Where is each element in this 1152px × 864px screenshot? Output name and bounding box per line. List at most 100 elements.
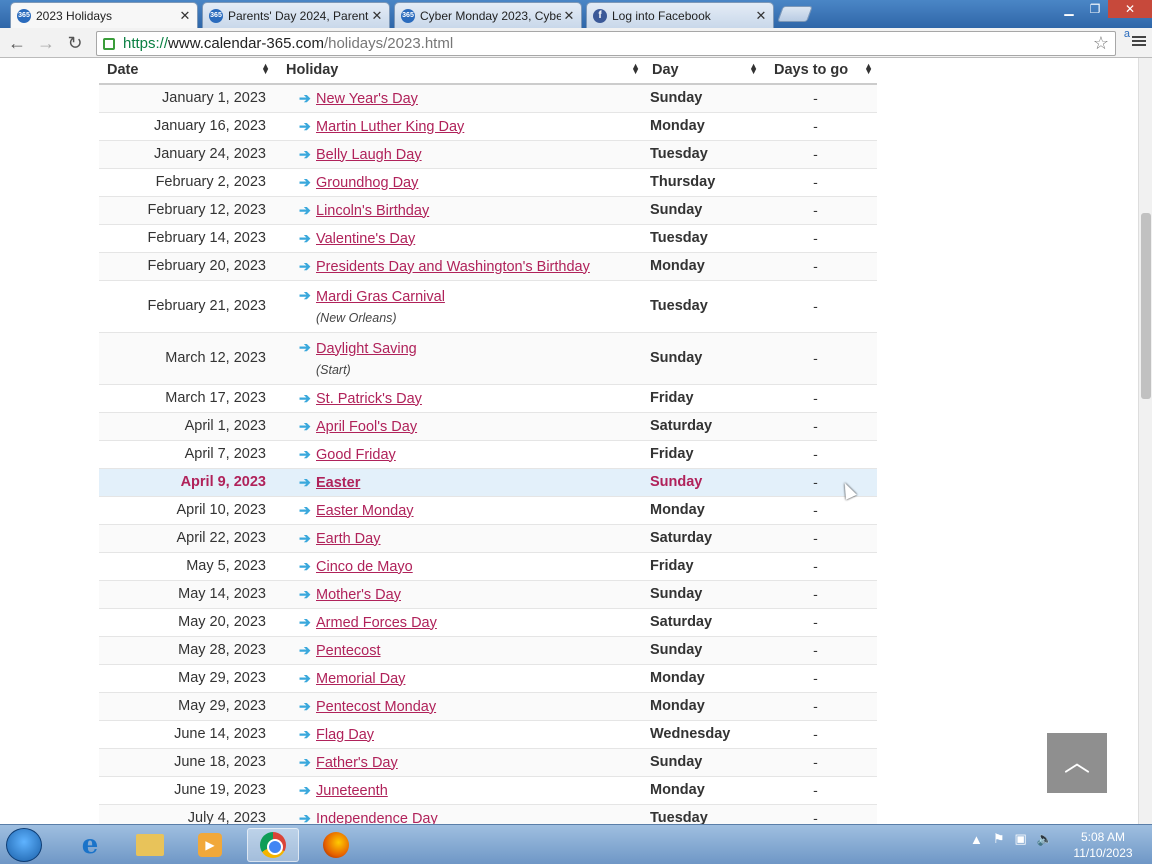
- holiday-link[interactable]: Easter: [316, 475, 360, 491]
- scroll-to-top-button[interactable]: ︿: [1047, 733, 1107, 793]
- action-center-flag-icon[interactable]: ⚑: [993, 831, 1005, 847]
- sort-icon[interactable]: ▲ ▼: [864, 62, 873, 76]
- new-tab-button[interactable]: [777, 6, 813, 22]
- close-icon[interactable]: ✕: [753, 8, 769, 24]
- holiday-link[interactable]: Daylight Saving: [316, 341, 417, 357]
- holiday-link[interactable]: Earth Day: [316, 531, 380, 547]
- url-scheme: https://: [123, 35, 169, 52]
- column-header-days-to-go[interactable]: Days to go ▲ ▼: [762, 58, 877, 85]
- close-icon[interactable]: ✕: [369, 8, 385, 24]
- holiday-cell: ➔ New Year's Day: [274, 84, 644, 113]
- calendar-365-icon: 365: [17, 8, 31, 23]
- holiday-link[interactable]: Father's Day: [316, 755, 398, 771]
- holiday-link[interactable]: Mardi Gras Carnival: [316, 289, 445, 305]
- tab-title: 2023 Holidays: [36, 8, 113, 23]
- minimize-icon[interactable]: ▁: [1056, 0, 1082, 18]
- column-header-day[interactable]: Day ▲ ▼: [644, 58, 762, 85]
- holiday-link[interactable]: Cinco de Mayo: [316, 559, 413, 575]
- holiday-link[interactable]: Mother's Day: [316, 587, 401, 603]
- holiday-link[interactable]: Pentecost: [316, 643, 381, 659]
- start-button[interactable]: [6, 828, 42, 862]
- arrow-right-icon: ➔: [299, 501, 311, 518]
- network-icon[interactable]: ▣: [1015, 831, 1027, 847]
- arrow-right-icon: ➔: [299, 90, 311, 106]
- header-label: Holiday: [286, 61, 339, 78]
- close-icon[interactable]: ✕: [561, 8, 577, 24]
- holiday-weekday: Monday: [644, 776, 762, 805]
- holiday-link[interactable]: Pentecost Monday: [316, 699, 436, 715]
- holiday-link[interactable]: Flag Day: [316, 727, 374, 743]
- holiday-link[interactable]: Good Friday: [316, 447, 396, 463]
- days-to-go: -: [762, 112, 877, 141]
- days-to-go: -: [762, 140, 877, 169]
- table-row: April 1, 2023 ➔ April Fool's Day Saturday -: [99, 412, 877, 441]
- table-row: February 2, 2023 ➔ Groundhog Day Thursday -: [99, 168, 877, 197]
- volume-icon[interactable]: 🔈: [1037, 831, 1053, 847]
- tab-cyber-monday[interactable]: 365 Cyber Monday 2023, Cybe ✕: [394, 2, 582, 28]
- window-controls: ▁ ❐ ✕: [1056, 0, 1152, 18]
- holiday-link[interactable]: Easter Monday: [316, 503, 414, 519]
- tab-facebook[interactable]: f Log into Facebook ✕: [586, 2, 774, 28]
- holiday-link[interactable]: Juneteenth: [316, 783, 388, 799]
- media-player-icon[interactable]: ▶: [184, 828, 236, 862]
- chrome-icon[interactable]: [247, 828, 299, 862]
- vertical-scrollbar[interactable]: [1138, 58, 1152, 824]
- sort-icon[interactable]: ▲ ▼: [261, 62, 270, 76]
- holiday-date: February 21, 2023: [99, 280, 274, 333]
- holiday-link[interactable]: Martin Luther King Day: [316, 119, 464, 135]
- holiday-note: (Start): [316, 362, 351, 377]
- holiday-cell: ➔ Presidents Day and Washington's Birthda…: [274, 252, 644, 281]
- holiday-weekday: Saturday: [644, 608, 762, 637]
- scrollbar-thumb[interactable]: [1141, 213, 1151, 399]
- file-explorer-icon[interactable]: [124, 828, 176, 862]
- holiday-link[interactable]: Groundhog Day: [316, 175, 418, 191]
- holiday-link[interactable]: Independence Day: [316, 811, 438, 825]
- holiday-date: April 9, 2023: [99, 468, 274, 497]
- tab-2023-holidays[interactable]: 365 2023 Holidays ✕: [10, 2, 198, 28]
- holiday-weekday: Wednesday: [644, 720, 762, 749]
- holiday-link[interactable]: Presidents Day and Washington's Birthday: [316, 259, 590, 275]
- sort-icon[interactable]: ▲ ▼: [749, 62, 758, 76]
- holiday-link[interactable]: St. Patrick's Day: [316, 391, 422, 407]
- show-hidden-icons-icon[interactable]: ▲: [970, 832, 983, 847]
- extension-icon[interactable]: a: [1124, 28, 1130, 40]
- back-arrow-icon[interactable]: ←: [5, 32, 29, 54]
- table-row: July 4, 2023 ➔ Independence Day Tuesday -: [99, 804, 877, 824]
- holiday-link[interactable]: Armed Forces Day: [316, 615, 437, 631]
- holiday-link[interactable]: Belly Laugh Day: [316, 147, 422, 163]
- holiday-link[interactable]: New Year's Day: [316, 91, 418, 107]
- holiday-link[interactable]: Valentine's Day: [316, 231, 415, 247]
- holiday-date: February 2, 2023: [99, 168, 274, 197]
- holiday-weekday: Monday: [644, 252, 762, 281]
- arrow-right-icon: ➔: [299, 725, 311, 742]
- column-header-date[interactable]: Date ▲ ▼: [99, 58, 274, 85]
- days-to-go: -: [762, 332, 877, 385]
- menu-icon[interactable]: [1132, 34, 1146, 48]
- holiday-link[interactable]: Memorial Day: [316, 671, 405, 687]
- holiday-cell: ➔ Lincoln's Birthday: [274, 196, 644, 225]
- days-to-go: -: [762, 664, 877, 693]
- restore-icon[interactable]: ❐: [1082, 0, 1108, 18]
- holiday-link[interactable]: April Fool's Day: [316, 419, 417, 435]
- forward-arrow-icon[interactable]: →: [34, 32, 58, 54]
- system-clock[interactable]: 5:08 AM 11/10/2023: [1068, 829, 1138, 861]
- window-close-icon[interactable]: ✕: [1108, 0, 1152, 18]
- holiday-cell: ➔ Easter Monday: [274, 496, 644, 525]
- holiday-link[interactable]: Lincoln's Birthday: [316, 203, 429, 219]
- address-bar[interactable]: https:// www.calendar-365.com /holidays/…: [96, 31, 1116, 56]
- sort-icon[interactable]: ▲ ▼: [631, 62, 640, 76]
- holiday-date: February 20, 2023: [99, 252, 274, 281]
- column-header-holiday[interactable]: Holiday ▲ ▼: [274, 58, 644, 85]
- reload-icon[interactable]: ↻: [63, 32, 87, 54]
- bookmark-star-icon[interactable]: ☆: [1093, 33, 1109, 54]
- arrow-right-icon: ➔: [299, 697, 311, 714]
- close-icon[interactable]: ✕: [177, 8, 193, 24]
- firefox-icon[interactable]: [310, 828, 362, 862]
- days-to-go: -: [762, 168, 877, 197]
- tab-parents-day[interactable]: 365 Parents' Day 2024, Parents ✕: [202, 2, 390, 28]
- internet-explorer-icon[interactable]: e: [64, 828, 116, 862]
- holiday-cell: ➔ St. Patrick's Day: [274, 384, 644, 413]
- holiday-weekday: Tuesday: [644, 224, 762, 253]
- arrow-right-icon: ➔: [299, 445, 311, 462]
- holiday-weekday: Sunday: [644, 196, 762, 225]
